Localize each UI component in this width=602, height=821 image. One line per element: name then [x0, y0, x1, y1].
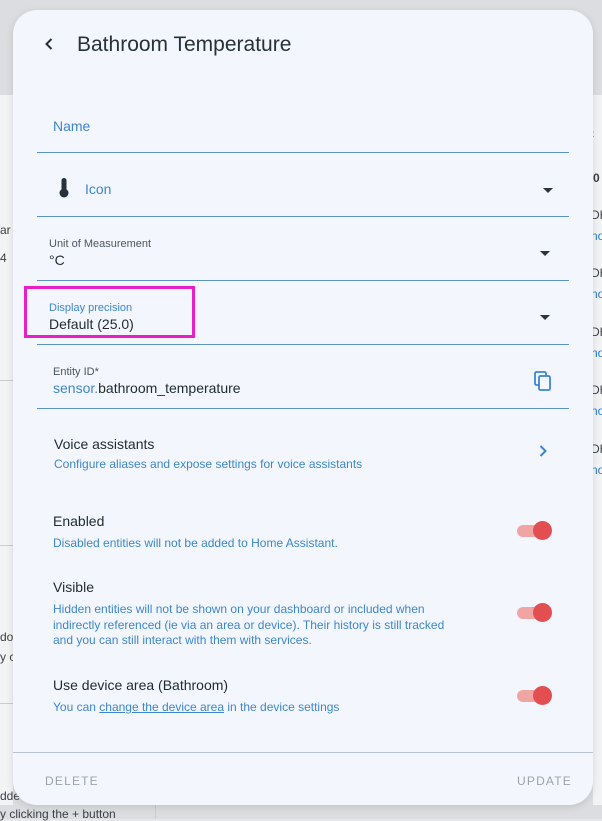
delete-button[interactable]: DELETE — [45, 774, 99, 788]
voice-assistants-title: Voice assistants — [54, 436, 155, 452]
bg-divider — [0, 703, 13, 704]
visible-subtitle-line: indirectly referenced (ie via an area or… — [53, 617, 445, 632]
device-area-text: in the device settings — [224, 700, 340, 714]
enabled-toggle[interactable] — [515, 518, 553, 542]
device-area-toggle[interactable] — [515, 683, 553, 707]
device-area-text: You can — [53, 700, 100, 714]
bg-divider — [0, 380, 13, 381]
unit-field-label: Unit of Measurement — [49, 238, 152, 250]
toggle-knob — [533, 603, 552, 622]
dropdown-caret-icon — [543, 188, 553, 193]
change-device-area-link[interactable]: change the device area — [99, 700, 224, 714]
voice-assistants-subtitle: Configure aliases and expose settings fo… — [54, 457, 363, 471]
icon-field[interactable]: Icon — [37, 164, 569, 217]
dialog-header: Bathroom Temperature — [13, 10, 593, 80]
update-button[interactable]: UPDATE — [517, 774, 572, 788]
entity-id-prefix: sensor. — [53, 380, 99, 396]
highlight-box — [24, 286, 195, 338]
device-area-subtitle: You can change the device area in the de… — [53, 700, 339, 716]
entity-id-label: Entity ID* — [53, 366, 99, 378]
dropdown-caret-icon — [540, 251, 550, 256]
bg-fragment: ar — [0, 223, 11, 237]
name-field-label: Name — [53, 118, 91, 134]
dropdown-caret-icon — [540, 315, 550, 320]
visible-row: Visible Hidden entities will not be show… — [37, 576, 569, 648]
voice-assistants-row[interactable]: Voice assistants Configure aliases and e… — [37, 430, 569, 478]
bg-divider — [0, 545, 13, 546]
visible-title: Visible — [53, 579, 94, 595]
device-area-row: Use device area (Bathroom) You can chang… — [37, 674, 569, 718]
visible-toggle[interactable] — [515, 600, 553, 624]
footer-divider — [13, 752, 593, 753]
bg-fragment: do — [0, 630, 14, 644]
copy-icon[interactable] — [534, 371, 552, 391]
visible-subtitle-line: Hidden entities will not be shown on you… — [53, 602, 425, 616]
enabled-row: Enabled Disabled entities will not be ad… — [37, 510, 569, 554]
visible-subtitle-line: and you can still interact with them wit… — [53, 633, 312, 647]
device-area-title: Use device area (Bathroom) — [53, 677, 229, 693]
entity-id-object: bathroom_temperature — [98, 380, 241, 396]
name-field[interactable]: Name — [37, 100, 569, 153]
enabled-title: Enabled — [53, 513, 105, 529]
unit-field-value: °C — [49, 252, 65, 268]
bg-divider — [155, 805, 156, 819]
bg-fragment: 4 — [0, 251, 7, 265]
visible-subtitle: Hidden entities will not be shown on you… — [53, 602, 503, 649]
bg-fragment: 0 — [593, 171, 600, 185]
enabled-subtitle: Disabled entities will not be added to H… — [53, 536, 338, 550]
thermometer-icon — [59, 178, 69, 198]
dialog-title: Bathroom Temperature — [77, 33, 292, 56]
back-button[interactable] — [37, 32, 61, 56]
chevron-right-icon — [539, 445, 547, 457]
chevron-left-icon — [45, 38, 53, 50]
entity-id-value: sensor.bathroom_temperature — [53, 380, 241, 396]
entity-settings-dialog: Bathroom Temperature Name Icon Unit of M… — [13, 10, 593, 805]
toggle-knob — [533, 521, 552, 540]
icon-field-label: Icon — [85, 181, 112, 197]
entity-id-field[interactable]: Entity ID* sensor.bathroom_temperature — [37, 356, 569, 409]
toggle-knob — [533, 686, 552, 705]
unit-of-measurement-select[interactable]: Unit of Measurement °C — [37, 228, 569, 281]
background-left-panel — [0, 95, 13, 805]
